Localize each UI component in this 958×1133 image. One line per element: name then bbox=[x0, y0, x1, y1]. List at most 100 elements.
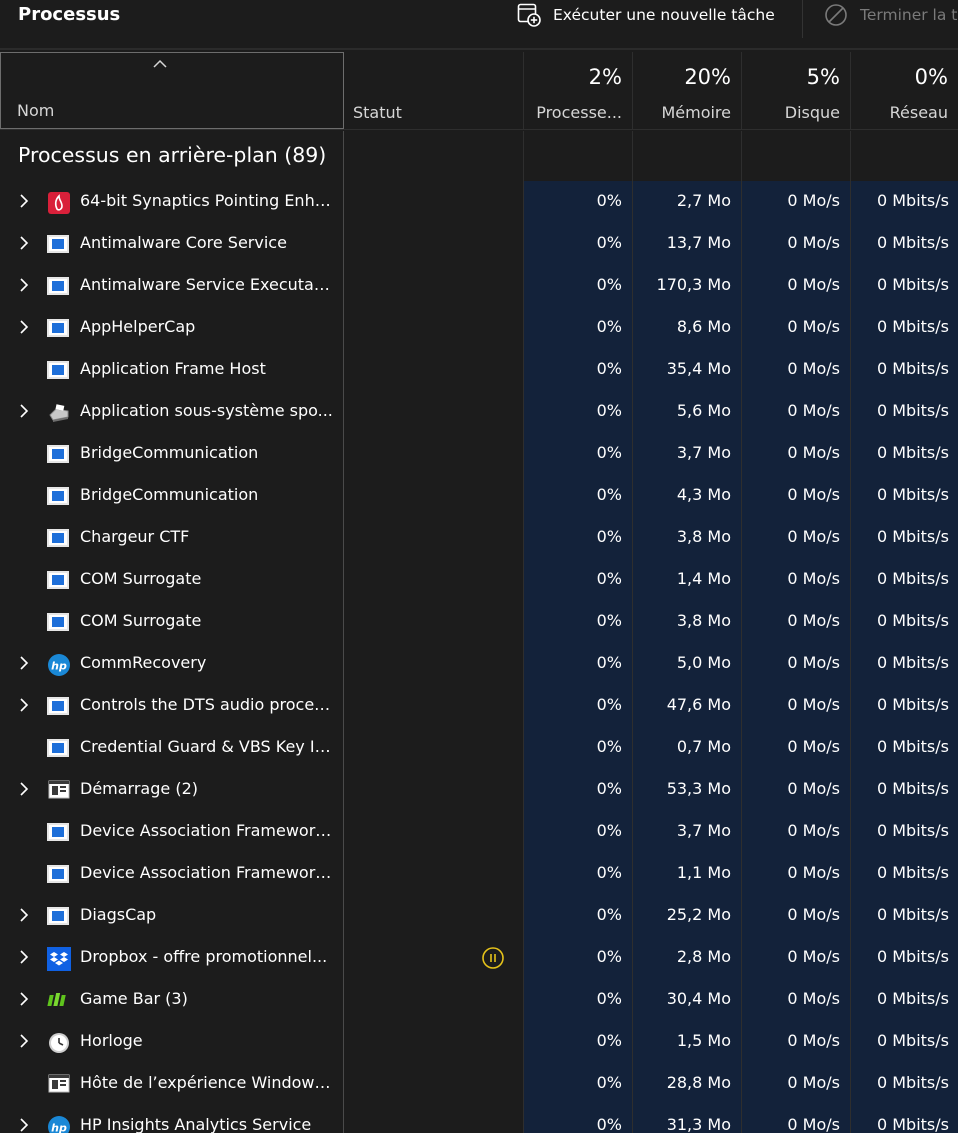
table-row[interactable]: AppHelperCap 0% 8,6 Mo 0 Mo/s 0 Mbits/s bbox=[0, 307, 958, 349]
network-value: 0 Mbits/s bbox=[876, 401, 949, 420]
table-row[interactable]: DiagsCap 0% 25,2 Mo 0 Mo/s 0 Mbits/s bbox=[0, 895, 958, 937]
column-header-cpu-label: Processe... bbox=[536, 103, 622, 122]
column-header-memory-label: Mémoire bbox=[661, 103, 731, 122]
disk-value: 0 Mo/s bbox=[787, 989, 840, 1008]
disk-value: 0 Mo/s bbox=[787, 485, 840, 504]
column-header-cpu[interactable]: 2% Processe... bbox=[523, 52, 632, 130]
process-name: Device Association Framework... bbox=[80, 863, 336, 882]
network-value: 0 Mbits/s bbox=[876, 611, 949, 630]
table-row[interactable]: COM Surrogate 0% 1,4 Mo 0 Mo/s 0 Mbits/s bbox=[0, 559, 958, 601]
table-row[interactable]: COM Surrogate 0% 3,8 Mo 0 Mo/s 0 Mbits/s bbox=[0, 601, 958, 643]
chevron-right-icon[interactable] bbox=[17, 907, 31, 923]
process-list: Processus en arrière-plan (89) 64-bit Sy… bbox=[0, 131, 958, 1133]
column-header-network[interactable]: 0% Réseau bbox=[850, 52, 958, 130]
network-value: 0 Mbits/s bbox=[876, 485, 949, 504]
memory-value: 1,1 Mo bbox=[676, 863, 731, 882]
table-row[interactable]: Chargeur CTF 0% 3,8 Mo 0 Mo/s 0 Mbits/s bbox=[0, 517, 958, 559]
run-new-task-button[interactable]: Exécuter une nouvelle tâche bbox=[517, 2, 775, 28]
memory-value: 25,2 Mo bbox=[666, 905, 731, 924]
network-value: 0 Mbits/s bbox=[876, 1073, 949, 1092]
svg-text:hp: hp bbox=[51, 1122, 67, 1133]
cpu-value: 0% bbox=[596, 989, 622, 1008]
chevron-right-icon[interactable] bbox=[17, 1117, 31, 1133]
end-task-label: Terminer la t bbox=[860, 6, 958, 24]
table-row[interactable]: 64-bit Synaptics Pointing Enha... 0% 2,7 M… bbox=[0, 181, 958, 223]
chevron-right-icon[interactable] bbox=[17, 403, 31, 419]
memory-value: 4,3 Mo bbox=[676, 485, 731, 504]
network-value: 0 Mbits/s bbox=[876, 863, 949, 882]
table-row[interactable]: Device Association Framework... 0% 1,1 Mo 0… bbox=[0, 853, 958, 895]
window-app-icon bbox=[47, 695, 71, 717]
block-icon bbox=[825, 4, 847, 26]
table-row[interactable]: BridgeCommunication 0% 3,7 Mo 0 Mo/s 0 Mbits… bbox=[0, 433, 958, 475]
cpu-value: 0% bbox=[596, 695, 622, 714]
table-row[interactable]: Application sous-système spo... 0% 5,6 Mo 0… bbox=[0, 391, 958, 433]
chevron-right-icon[interactable] bbox=[17, 949, 31, 965]
chevron-right-icon[interactable] bbox=[17, 991, 31, 1007]
window-app-icon bbox=[47, 863, 71, 885]
network-value: 0 Mbits/s bbox=[876, 1115, 949, 1133]
column-header-disk-label: Disque bbox=[784, 103, 840, 122]
disk-value: 0 Mo/s bbox=[787, 527, 840, 546]
disk-value: 0 Mo/s bbox=[787, 317, 840, 336]
table-row[interactable]: Dropbox - offre promotionnel... 0% 2,8 Mo 0… bbox=[0, 937, 958, 979]
table-row[interactable]: Game Bar (3) 0% 30,4 Mo 0 Mo/s 0 Mbits/s bbox=[0, 979, 958, 1021]
run-task-icon bbox=[517, 3, 541, 27]
game-bar-icon bbox=[47, 989, 71, 1011]
table-row[interactable]: Hôte de l’expérience Windows... 0% 28,8 Mo… bbox=[0, 1063, 958, 1105]
table-row[interactable]: Device Association Framework... 0% 3,7 Mo 0… bbox=[0, 811, 958, 853]
process-name: Hôte de l’expérience Windows... bbox=[80, 1073, 336, 1092]
cpu-value: 0% bbox=[596, 527, 622, 546]
window-app-icon bbox=[47, 821, 71, 843]
column-header-network-label: Réseau bbox=[889, 103, 948, 122]
process-name: Démarrage (2) bbox=[80, 779, 198, 798]
window-app-icon bbox=[47, 275, 71, 297]
process-name: Application Frame Host bbox=[80, 359, 266, 378]
table-row[interactable]: Antimalware Service Executable 0% 170,3 Mo… bbox=[0, 265, 958, 307]
memory-value: 47,6 Mo bbox=[666, 695, 731, 714]
column-header-disk[interactable]: 5% Disque bbox=[741, 52, 850, 130]
table-row[interactable]: Credential Guard & VBS Key Is... 0% 0,7 Mo… bbox=[0, 727, 958, 769]
memory-value: 3,8 Mo bbox=[676, 527, 731, 546]
column-header-name-label: Nom bbox=[17, 101, 55, 120]
process-name: BridgeCommunication bbox=[80, 485, 259, 504]
column-header-name[interactable]: Nom bbox=[0, 52, 344, 129]
window-app-icon bbox=[47, 317, 71, 339]
table-row[interactable]: Antimalware Core Service 0% 13,7 Mo 0 Mo/s 0… bbox=[0, 223, 958, 265]
cpu-value: 0% bbox=[596, 1031, 622, 1050]
chevron-right-icon[interactable] bbox=[17, 781, 31, 797]
table-row[interactable]: Horloge 0% 1,5 Mo 0 Mo/s 0 Mbits/s bbox=[0, 1021, 958, 1063]
chevron-right-icon[interactable] bbox=[17, 319, 31, 335]
disk-value: 0 Mo/s bbox=[787, 905, 840, 924]
window-app-icon bbox=[47, 359, 71, 381]
group-header-background-processes[interactable]: Processus en arrière-plan (89) bbox=[18, 143, 326, 167]
window-app-icon bbox=[47, 611, 71, 633]
process-name: CommRecovery bbox=[80, 653, 207, 672]
process-name: Credential Guard & VBS Key Is... bbox=[80, 737, 336, 756]
end-task-button[interactable]: Terminer la t bbox=[824, 2, 957, 28]
chevron-right-icon[interactable] bbox=[17, 277, 31, 293]
table-row[interactable]: hp CommRecovery 0% 5,0 Mo 0 Mo/s 0 Mbits/s bbox=[0, 643, 958, 685]
process-name: BridgeCommunication bbox=[80, 443, 259, 462]
network-total-percent: 0% bbox=[914, 65, 948, 89]
table-row[interactable]: Controls the DTS audio proces... 0% 47,6 M… bbox=[0, 685, 958, 727]
table-row[interactable]: BridgeCommunication 0% 4,3 Mo 0 Mo/s 0 Mbits… bbox=[0, 475, 958, 517]
memory-value: 3,8 Mo bbox=[676, 611, 731, 630]
paused-status-icon bbox=[482, 947, 504, 969]
clock-icon bbox=[47, 1031, 71, 1053]
cpu-value: 0% bbox=[596, 653, 622, 672]
column-header-status[interactable]: Statut bbox=[344, 52, 523, 130]
chevron-right-icon[interactable] bbox=[17, 655, 31, 671]
chevron-right-icon[interactable] bbox=[17, 1033, 31, 1049]
column-header-memory[interactable]: 20% Mémoire bbox=[632, 52, 741, 130]
chevron-right-icon[interactable] bbox=[17, 697, 31, 713]
process-name: Antimalware Service Executable bbox=[80, 275, 336, 294]
chevron-right-icon[interactable] bbox=[17, 235, 31, 251]
network-value: 0 Mbits/s bbox=[876, 443, 949, 462]
memory-value: 53,3 Mo bbox=[666, 779, 731, 798]
sort-ascending-icon bbox=[153, 59, 167, 68]
table-row[interactable]: Application Frame Host 0% 35,4 Mo 0 Mo/s 0 M… bbox=[0, 349, 958, 391]
table-row[interactable]: hp HP Insights Analytics Service 0% 31,3 Mo… bbox=[0, 1105, 958, 1133]
table-row[interactable]: Démarrage (2) 0% 53,3 Mo 0 Mo/s 0 Mbits/s bbox=[0, 769, 958, 811]
chevron-right-icon[interactable] bbox=[17, 193, 31, 209]
